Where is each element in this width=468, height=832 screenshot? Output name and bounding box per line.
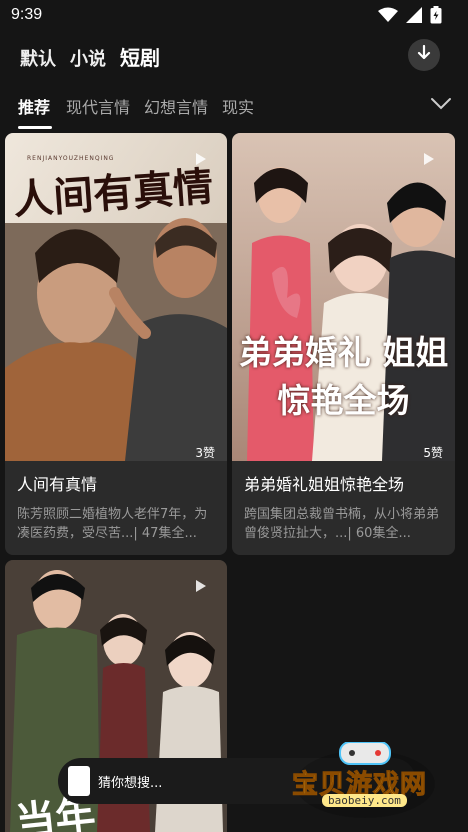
likes-count: 3赞 xyxy=(195,446,215,460)
category-tab-fantasy-romance[interactable]: 幻想言情 xyxy=(144,94,208,118)
battery-icon xyxy=(430,6,442,24)
chevron-down-icon[interactable] xyxy=(430,96,452,115)
download-icon xyxy=(416,44,432,65)
category-tab-modern-romance[interactable]: 现代言情 xyxy=(66,94,130,118)
category-tabs: 推荐 现代言情 幻想言情 现实 xyxy=(18,94,268,118)
status-icons xyxy=(378,6,442,24)
book-icon xyxy=(68,766,90,796)
search-placeholder: 猜你想搜... xyxy=(98,775,163,791)
tab-default[interactable]: 默认 xyxy=(20,45,56,71)
card-description: 跨国集团总裁曾书楠，从小将弟弟曾俊贤拉扯大，...| 60集全... xyxy=(244,507,440,541)
play-icon xyxy=(195,151,207,170)
download-button[interactable] xyxy=(408,39,440,71)
category-tab-reality[interactable]: 现实 xyxy=(222,94,254,118)
card-title: 弟弟婚礼姐姐惊艳全场 xyxy=(244,475,405,494)
category-tab-recommended[interactable]: 推荐 xyxy=(18,94,50,118)
wifi-icon xyxy=(378,7,398,23)
likes-count: 5赞 xyxy=(423,446,443,460)
tab-short-drama[interactable]: 短剧 xyxy=(120,42,160,71)
cover-subtitle-art: RENJIANYOUZHENQING xyxy=(27,155,115,162)
status-time: 9:39 xyxy=(11,6,43,23)
top-tabs: 默认 小说 短剧 xyxy=(20,42,160,71)
drama-card[interactable]: 人间有真情 RENJIANYOUZHENQING 3赞 人间有真情 陈芳照顾二婚… xyxy=(5,133,227,555)
status-bar: 9:39 xyxy=(0,0,468,32)
play-icon xyxy=(423,151,435,170)
drama-card[interactable]: 弟弟婚礼 姐姐惊艳全场 5赞 弟弟婚礼姐姐惊艳全场 跨国集团总裁曾书楠，从小将弟… xyxy=(232,133,455,555)
play-icon xyxy=(195,578,207,597)
active-tab-indicator xyxy=(18,126,52,129)
watermark-url: baobeiy.com xyxy=(322,794,407,807)
card-description: 陈芳照顾二婚植物人老伴7年，为凑医药费，受尽苦...| 47集全... xyxy=(17,507,208,541)
signal-icon xyxy=(406,7,422,23)
cover-title-art: 弟弟婚礼 姐姐惊艳全场 xyxy=(238,333,449,420)
watermark-logo: 宝贝游戏网 baobeiy.com xyxy=(290,742,440,822)
tab-novel[interactable]: 小说 xyxy=(70,45,106,71)
card-title: 人间有真情 xyxy=(17,475,98,494)
